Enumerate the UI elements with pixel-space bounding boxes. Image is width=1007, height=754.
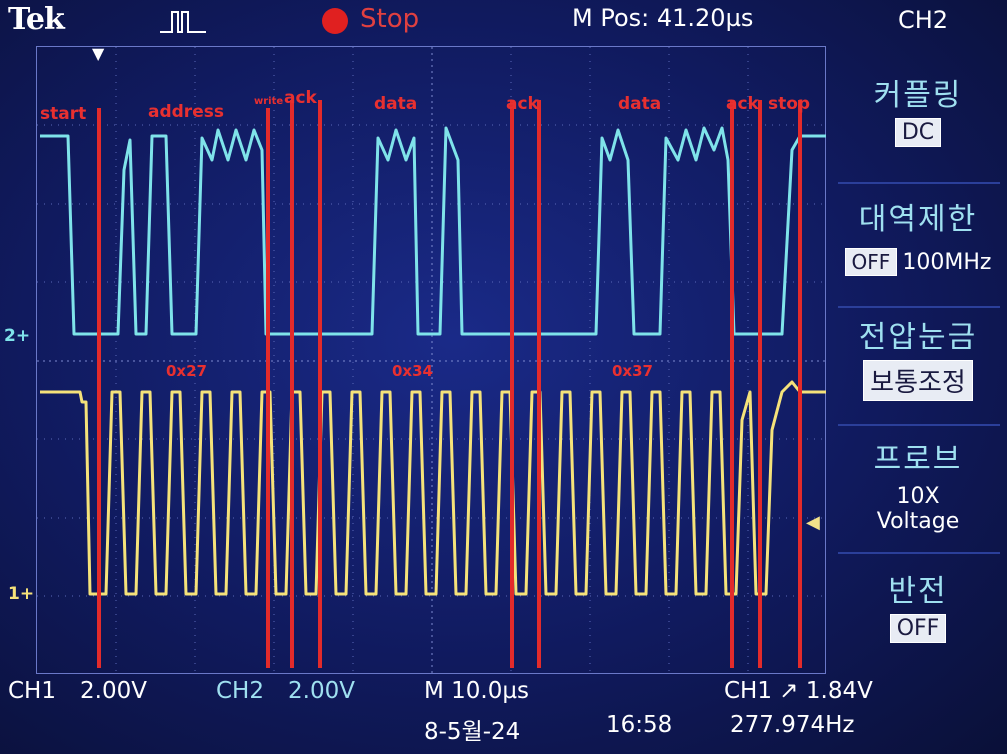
trigger-position-marker-icon: ▼ — [92, 44, 105, 63]
menu-bandwidth-value: 100MHz — [902, 250, 992, 275]
oscilloscope-screen: Tek Stop M Pos: 41.20µs CH2 ▼ start addr… — [0, 0, 1007, 754]
menu-bandwidth-limit[interactable]: 대역제한 OFF 100MHz — [834, 194, 1002, 276]
label-stop: stop — [768, 94, 811, 114]
menu-probe-line2: Voltage — [876, 509, 960, 534]
run-stop-indicator-icon — [322, 8, 348, 34]
menu-volts-div[interactable]: 전압눈금 보통조정 — [834, 312, 1002, 401]
graticule-grid — [37, 47, 827, 675]
menu-invert[interactable]: 반전 OFF — [834, 566, 1002, 643]
trigger-readout: CH1 ↗ 1.84V — [724, 678, 873, 704]
menu-divider — [838, 552, 1000, 554]
label-address: address — [148, 102, 224, 122]
ch2-label: CH2 — [216, 678, 264, 704]
menu-probe-title: 프로브 — [873, 442, 963, 477]
label-ack-1: ack — [284, 88, 317, 108]
menu-volts-title: 전압눈금 — [858, 320, 978, 355]
pulse-trigger-icon — [160, 11, 206, 33]
menu-divider — [838, 182, 1000, 184]
side-menu: 커플링 DC 대역제한 OFF 100MHz 전압눈금 보통조정 프로브 10X… — [828, 44, 1007, 674]
date: 8-5월-24 — [424, 719, 521, 745]
timebase: M 10.0µs — [424, 678, 529, 704]
brand-logo: Tek — [8, 2, 65, 37]
label-data-1: data — [374, 94, 418, 114]
label-hex-data-1: 0x34 — [392, 362, 433, 380]
label-hex-address: 0x27 — [166, 362, 207, 380]
status-bar: Tek Stop M Pos: 41.20µs CH2 — [0, 0, 1007, 44]
menu-invert-value: OFF — [889, 614, 947, 643]
ch2-scale: 2.00V — [288, 678, 355, 704]
menu-probe[interactable]: 프로브 10X Voltage — [834, 434, 1002, 534]
ch1-label: CH1 — [8, 678, 56, 704]
label-hex-data-2: 0x37 — [612, 362, 653, 380]
menu-bandwidth-state: OFF — [844, 248, 898, 276]
label-data-2: data — [618, 94, 662, 114]
horizontal-position: M Pos: 41.20µs — [572, 4, 754, 32]
menu-bandwidth-title: 대역제한 — [858, 202, 978, 237]
menu-coupling-title: 커플링 — [873, 78, 963, 113]
trigger-level-marker-icon[interactable]: ◀ — [806, 512, 820, 533]
menu-volts-value: 보통조정 — [863, 360, 973, 401]
ch2-ground-marker[interactable]: 2+ — [4, 326, 30, 346]
label-ack-3: ack — [726, 94, 759, 114]
menu-probe-line1: 10X — [896, 484, 940, 509]
run-state: Stop — [360, 4, 420, 34]
time: 16:58 — [606, 712, 673, 738]
menu-divider — [838, 424, 1000, 426]
menu-invert-title: 반전 — [888, 574, 948, 609]
readout-bar: CH1 2.00V CH2 2.00V M 10.0µs CH1 ↗ 1.84V… — [0, 674, 1007, 754]
ch1-scale: 2.00V — [80, 678, 147, 704]
graticule — [36, 46, 827, 675]
selected-channel: CH2 — [898, 6, 949, 34]
label-start: start — [40, 104, 87, 124]
menu-coupling[interactable]: 커플링 DC — [834, 70, 1002, 147]
ch1-ground-marker[interactable]: 1+ — [8, 584, 34, 604]
label-write: write — [254, 96, 284, 107]
menu-coupling-value: DC — [894, 118, 942, 147]
frequency: 277.974Hz — [730, 712, 855, 738]
label-ack-2: ack — [506, 94, 539, 114]
menu-divider — [838, 306, 1000, 308]
